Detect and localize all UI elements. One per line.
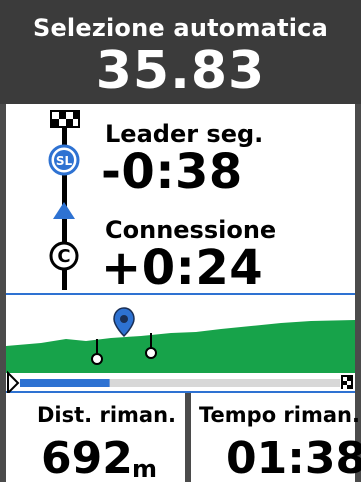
distance-unit: m bbox=[132, 455, 158, 482]
distance-remaining-label: Dist. riman. bbox=[37, 403, 176, 427]
race-icons: SL C bbox=[48, 110, 80, 290]
checkered-flag-icon bbox=[50, 110, 80, 128]
progress-bar bbox=[20, 379, 340, 387]
time-remaining-value: 01:38 bbox=[226, 433, 361, 482]
elevation-profile-graph bbox=[6, 307, 355, 395]
start-flag-icon bbox=[7, 370, 20, 395]
progress-fill bbox=[20, 379, 110, 387]
up-arrow-icon bbox=[53, 202, 75, 219]
elevation-profile-area bbox=[6, 320, 355, 373]
connection-icon: C bbox=[49, 241, 79, 271]
bottom-metrics: Dist. riman. 692 m Tempo riman. 01:38 bbox=[6, 393, 361, 482]
distance-remaining-value: 692 bbox=[41, 433, 133, 482]
bottom-metrics-divider bbox=[185, 393, 191, 482]
elevation-progress-panel bbox=[6, 293, 355, 395]
location-pin-icon bbox=[113, 307, 135, 338]
header: Selezione automatica 35.83 bbox=[0, 0, 361, 104]
connection-icon-text: C bbox=[57, 246, 70, 267]
header-value: 35.83 bbox=[95, 41, 266, 101]
race-status-panel: SL C Leader seg. -0:38 Connessione +0:24 bbox=[6, 104, 355, 296]
finish-flag-icon bbox=[341, 375, 353, 389]
leader-time-delta: -0:38 bbox=[101, 144, 243, 200]
time-remaining-label: Tempo riman. bbox=[199, 403, 360, 427]
cycling-computer-screen: Selezione automatica 35.83 SL C Leader s… bbox=[0, 0, 361, 482]
header-title: Selezione automatica bbox=[32, 14, 329, 42]
connection-time-delta: +0:24 bbox=[101, 240, 264, 296]
segment-leader-icon-text: SL bbox=[56, 154, 73, 168]
segment-leader-icon: SL bbox=[48, 144, 80, 176]
